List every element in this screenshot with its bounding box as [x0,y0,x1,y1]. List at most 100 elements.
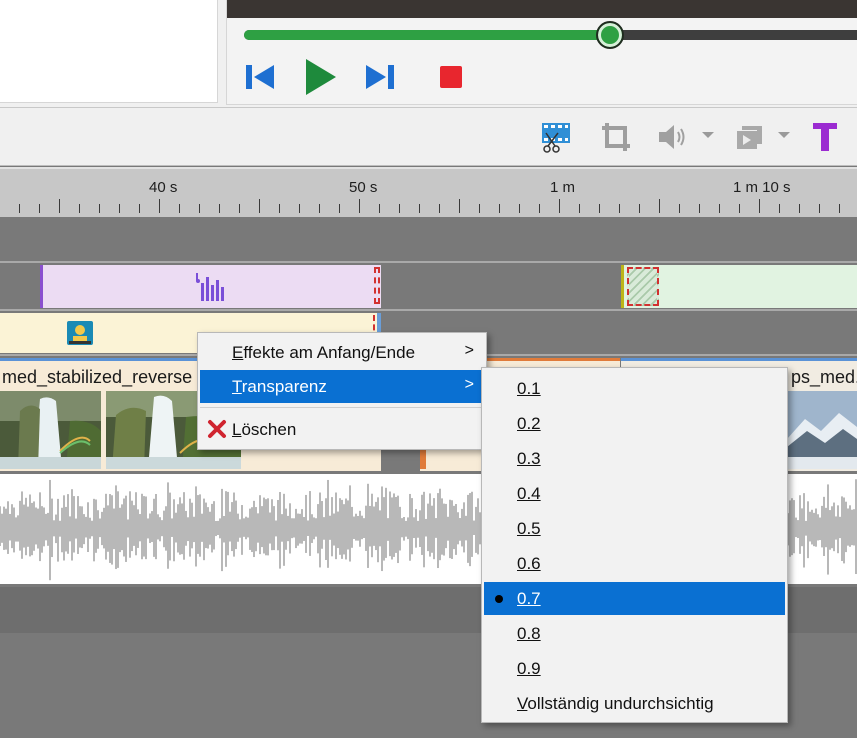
ruler-tick [439,204,440,213]
rewind-icon [246,65,274,89]
video-thumbnail [0,391,101,469]
preview-pane [0,0,218,103]
video-effects-icon [737,126,762,149]
film-scissors-icon [542,123,570,153]
video-player-pane [226,0,857,105]
ruler-tick [779,204,780,213]
submenu-item-opacity[interactable]: 0.5 [484,512,785,545]
submenu-arrow-icon: > [464,376,474,393]
effects-dropdown-caret-icon[interactable] [778,132,790,138]
menu-item-effects-start-end[interactable]: Effekte am Anfang/Ende > [200,336,484,369]
ruler-tick [659,199,660,213]
submenu-item-opacity[interactable]: 0.6 [484,547,785,580]
ruler-tick [699,204,700,213]
forward-button[interactable] [363,58,397,96]
menu-item-delete[interactable]: Löschen [200,413,484,446]
menu-item-transparency[interactable]: Transparenz > [200,370,484,403]
submenu-item-opacity[interactable]: 0.9 [484,652,785,685]
toolbar [0,108,857,166]
context-menu: Effekte am Anfang/Ende > Transparenz > L… [197,332,487,450]
ruler-tick [139,204,140,213]
menu-item-label: Transparenz [232,377,327,396]
submenu-arrow-icon: > [464,342,474,359]
ruler-tick [299,204,300,213]
submenu-item-label: 0.1 [517,379,541,398]
seek-slider-fill [244,30,610,40]
top-area [0,0,857,108]
ruler-label: 1 m [550,179,576,196]
ruler-tick [679,204,680,213]
clip-transition-marker[interactable] [627,267,659,306]
submenu-item-opacity[interactable]: 0.4 [484,477,785,510]
submenu-item-label: 0.8 [517,624,541,643]
text-t-icon [813,123,837,151]
speaker-icon [659,125,685,149]
crop-button[interactable] [596,119,636,155]
track-separator [0,261,857,263]
ruler-tick [739,204,740,213]
ruler-tick [279,204,280,213]
submenu-item-label: 0.9 [517,659,541,678]
crop-icon [602,123,630,151]
submenu-item-opacity[interactable]: Vollständig undurchsichtig [484,687,785,720]
ruler-tick [239,204,240,213]
ruler-tick [519,204,520,213]
time-ruler[interactable]: 40 s 50 s 1 m 1 m 10 s [0,167,857,217]
ruler-tick [379,204,380,213]
ruler-label: 1 m 10 s [733,179,791,196]
menu-item-label: Löschen [232,420,297,439]
ruler-tick [419,204,420,213]
submenu-item-label: 0.5 [517,519,541,538]
text-button[interactable] [808,119,842,155]
ruler-tick [179,204,180,213]
submenu-item-opacity[interactable]: 0.2 [484,407,785,440]
transparency-submenu: 0.1 0.2 0.3 0.4 0.5 0.6 0.7 0.8 0.9 Vollständig u… [481,367,788,723]
ruler-tick [619,204,620,213]
overlay-clip[interactable] [621,265,857,308]
ruler-tick [219,204,220,213]
selected-bullet-icon [495,595,503,603]
video-cut-button[interactable] [536,119,576,155]
submenu-item-opacity[interactable]: 0.7 [484,582,785,615]
menu-separator [200,407,484,408]
ruler-tick [719,204,720,213]
submenu-item-label: Vollständig undurchsichtig [517,694,714,713]
video-thumbnail [787,391,857,469]
stop-button[interactable] [437,58,465,96]
effects-button[interactable] [732,119,768,155]
ruler-tick [559,199,560,213]
ruler-tick [199,204,200,213]
menu-item-label: Effekte am Anfang/Ende [232,343,416,362]
forward-icon [366,65,394,89]
ruler-tick [319,204,320,213]
submenu-item-opacity[interactable]: 0.3 [484,442,785,475]
ruler-tick [639,204,640,213]
ruler-tick [59,199,60,213]
seek-slider[interactable] [244,21,857,49]
seek-slider-handle[interactable] [595,21,624,49]
music-clip[interactable] [40,265,381,308]
ruler-tick [359,199,360,213]
music-equalizer-icon [196,273,224,301]
volume-button[interactable] [654,119,690,155]
ruler-tick [479,204,480,213]
submenu-item-opacity[interactable]: 0.1 [484,372,785,405]
volume-dropdown-caret-icon[interactable] [702,132,714,138]
submenu-item-label: 0.7 [517,589,541,608]
ruler-tick [759,199,760,213]
submenu-item-label: 0.3 [517,449,541,468]
ruler-tick [259,199,260,213]
ruler-tick [339,204,340,213]
ruler-tick [39,204,40,213]
play-button[interactable] [303,58,339,96]
clip-end-marker[interactable] [374,267,380,304]
submenu-item-opacity[interactable]: 0.8 [484,617,785,650]
presenter-icon [67,321,93,345]
play-icon [306,59,336,95]
ruler-tick [499,204,500,213]
video-clip-name: ps_med.m [791,367,857,387]
submenu-item-label: 0.4 [517,484,541,503]
rewind-button[interactable] [243,58,277,96]
ruler-tick [399,204,400,213]
submenu-item-label: 0.6 [517,554,541,573]
